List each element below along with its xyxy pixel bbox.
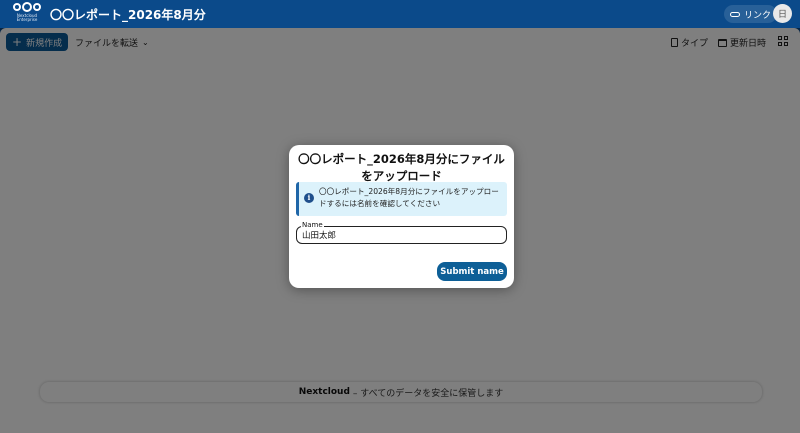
dialog-title: 〇〇レポート_2026年8月分にファイルをアップロード [298, 152, 505, 183]
top-header: Nextcloud Enterprise 〇〇レポート_2026年8月分 リンク… [0, 0, 800, 28]
info-icon: i [304, 193, 314, 203]
link-label: リンク [744, 10, 772, 21]
share-title: 〇〇レポート_2026年8月分 [50, 8, 206, 22]
logo-rings-icon [10, 2, 44, 12]
link-button[interactable]: リンク [724, 5, 778, 23]
name-dialog: 〇〇レポート_2026年8月分にファイルをアップロード i 〇〇レポート_202… [289, 145, 514, 288]
link-icon [730, 11, 740, 17]
name-field-label: Name [301, 221, 324, 229]
nextcloud-logo[interactable]: Nextcloud Enterprise [10, 2, 44, 27]
notice-text: 〇〇レポート_2026年8月分にファイルをアップロードするには名前を確認してくだ… [319, 187, 499, 208]
submit-name-button[interactable]: Submit name [437, 262, 507, 281]
name-input[interactable] [296, 226, 507, 244]
logo-text-line2: Enterprise [16, 17, 38, 22]
avatar[interactable]: 日 [773, 4, 792, 23]
info-notice: i 〇〇レポート_2026年8月分にファイルをアップロードするには名前を確認して… [296, 182, 507, 216]
